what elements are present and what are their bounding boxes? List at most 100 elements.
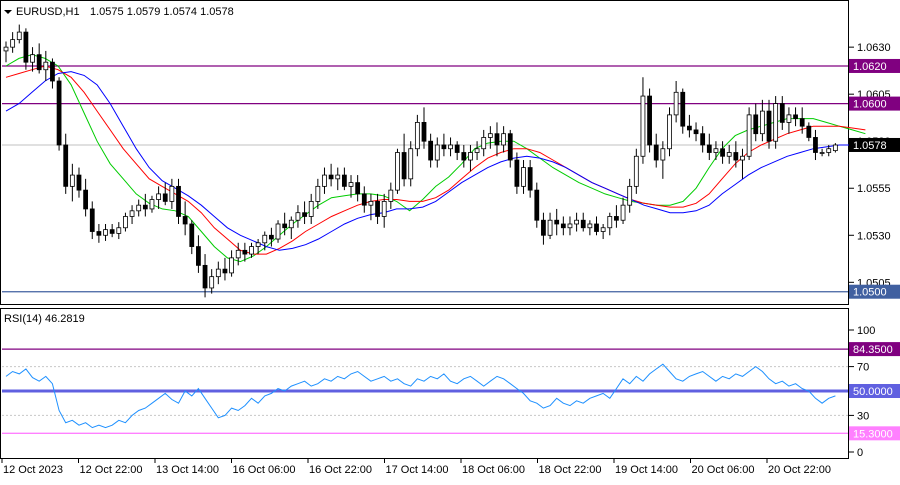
candle-body: [408, 148, 414, 180]
candle-body: [36, 54, 42, 71]
candle-body: [720, 148, 725, 157]
candle-body: [547, 219, 553, 236]
current-price-label: 1.0578: [853, 140, 887, 152]
time-tick-label: 20 Oct 06:00: [692, 464, 755, 476]
time-tick-label: 13 Oct 14:00: [156, 464, 219, 476]
candle-body: [448, 144, 453, 150]
candle-body: [428, 140, 434, 161]
price-tick-label: 1.0630: [857, 42, 891, 54]
candle-body: [295, 212, 301, 221]
candle-body: [361, 193, 367, 206]
time-tick-label: 12 Oct 2023: [3, 464, 63, 476]
candle-body: [43, 61, 49, 71]
candle-body: [527, 167, 533, 191]
candle-body: [222, 268, 228, 274]
candle-body: [129, 210, 135, 217]
candle-body: [421, 122, 427, 142]
candle-body: [242, 249, 248, 255]
candle-body: [713, 148, 719, 153]
price-tick-label: 1.0555: [857, 183, 891, 195]
candle-body: [10, 39, 16, 48]
candle-body: [368, 201, 374, 206]
candle-body: [541, 219, 546, 236]
rsi-pane: [0, 308, 849, 459]
candle-body: [746, 114, 752, 157]
candle-body: [667, 114, 672, 150]
trading-chart[interactable]: 1.06301.06051.05801.05551.05301.05051.06…: [0, 0, 900, 480]
candle-body: [388, 189, 394, 202]
candle-body: [182, 216, 188, 225]
candle-body: [474, 148, 480, 153]
candle-body: [375, 201, 380, 217]
candle-body: [693, 129, 699, 135]
candle-body: [507, 133, 513, 161]
candle-body: [461, 152, 467, 161]
candle-body: [401, 152, 407, 180]
candle-body: [123, 216, 128, 229]
candle-body: [759, 110, 765, 135]
price-level-label: 1.0600: [853, 99, 887, 111]
candle-body: [109, 229, 115, 234]
candle-body: [640, 95, 646, 157]
candle-body: [481, 137, 487, 150]
candle-body: [63, 144, 69, 187]
candle-body: [514, 159, 520, 187]
candle-body: [16, 31, 22, 41]
candle-body: [726, 152, 732, 157]
candle-body: [275, 223, 281, 240]
candle-body: [96, 231, 102, 236]
candle-body: [149, 199, 155, 210]
candle-body: [103, 229, 108, 236]
candle-body: [269, 234, 274, 240]
candle-body: [196, 246, 201, 266]
candle-body: [819, 152, 825, 154]
candle-body: [468, 152, 473, 161]
candle-body: [633, 155, 639, 187]
candle-body: [786, 114, 792, 123]
candle-body: [534, 189, 540, 221]
rsi-label: RSI(14) 46.2819: [4, 313, 85, 325]
candle-body: [56, 80, 62, 146]
candle-body: [23, 31, 29, 63]
candle-body: [30, 54, 35, 63]
candle-body: [687, 125, 692, 131]
price-level-label: 1.0500: [853, 287, 887, 299]
candle-body: [202, 264, 208, 289]
time-tick-label: 17 Oct 14:00: [386, 464, 449, 476]
candle-body: [487, 133, 493, 138]
candle-body: [454, 144, 460, 153]
candle-body: [315, 185, 321, 202]
candle-body: [766, 110, 772, 142]
candle-body: [255, 242, 261, 247]
time-tick-label: 18 Oct 06:00: [462, 464, 525, 476]
candle-body: [176, 185, 181, 217]
candle-body: [673, 91, 679, 116]
symbol-label: EURUSD,H1: [16, 6, 80, 18]
candle-body: [832, 144, 838, 152]
candle-body: [136, 204, 142, 212]
time-tick-label: 19 Oct 14:00: [615, 464, 678, 476]
candle-body: [560, 223, 566, 229]
candle-body: [653, 144, 659, 161]
candle-body: [740, 155, 745, 161]
candle-body: [282, 223, 288, 229]
rsi-tick-label: 70: [857, 362, 869, 374]
candle-body: [700, 133, 706, 146]
candle-body: [83, 189, 89, 210]
candle-body: [341, 174, 347, 187]
candle-body: [215, 268, 221, 278]
candle-body: [793, 114, 798, 120]
candle-body: [660, 148, 666, 161]
candle-body: [600, 227, 606, 232]
candle-body: [587, 223, 593, 229]
chart-canvas[interactable]: 1.06301.06051.05801.05551.05301.05051.06…: [0, 0, 900, 480]
candle-body: [594, 223, 599, 232]
candle-body: [779, 103, 785, 123]
candle-body: [395, 152, 400, 191]
candle-body: [142, 204, 148, 210]
ohlc-readout: 1.0575 1.0579 1.0574 1.0578: [90, 6, 234, 18]
candle-body: [381, 201, 387, 217]
candle-body: [567, 223, 573, 229]
candle-body: [335, 174, 341, 180]
candle-body: [753, 114, 759, 135]
